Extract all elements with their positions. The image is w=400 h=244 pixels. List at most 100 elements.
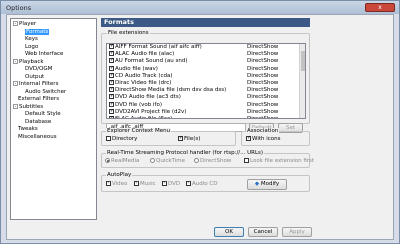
- autoplay-label: AutoPlay: [106, 172, 133, 178]
- list-item[interactable]: ✓DVD file (vob ifo) DirectShow: [107, 101, 297, 109]
- tree-item[interactable]: - Subtitles: [13, 103, 44, 111]
- extensions-list[interactable]: ✓AIFF Format Sound (aif aifc aiff) Direct…: [106, 43, 306, 119]
- tree-item-label: DVD/OGM: [25, 66, 53, 72]
- autoplay-dvd-checkbox[interactable]: ✓DVD: [160, 181, 180, 188]
- check-icon[interactable]: ✓: [109, 87, 114, 93]
- tree-item[interactable]: - Internal Filters: [13, 81, 58, 88]
- tree-item[interactable]: DVD/OGM: [25, 66, 52, 73]
- checkbox-icon: [244, 158, 249, 163]
- modify-button[interactable]: ◆ Modify: [247, 179, 287, 190]
- tree-item[interactable]: Audio Switcher: [25, 89, 66, 96]
- check-icon[interactable]: ✓: [109, 58, 114, 64]
- tree-item[interactable]: Web Interface: [25, 51, 63, 58]
- list-item[interactable]: ✓Audio file (wav) DirectShow: [107, 65, 297, 73]
- check-icon[interactable]: ✓: [109, 65, 114, 71]
- check-icon[interactable]: ✓: [109, 94, 114, 100]
- quicktime-radio[interactable]: QuickTime: [150, 158, 185, 165]
- tree-item[interactable]: Miscellaneous: [18, 134, 57, 141]
- tree-item[interactable]: - Playback: [13, 58, 44, 66]
- scrollbar-thumb[interactable]: [301, 51, 305, 71]
- tree-item[interactable]: External Filters: [18, 96, 59, 103]
- list-item-label: AIFF Format Sound (aif aifc aiff): [115, 44, 202, 50]
- check-icon[interactable]: ✓: [109, 72, 114, 78]
- association-label: Association: [246, 128, 280, 134]
- collapse-icon[interactable]: -: [13, 21, 18, 26]
- autoplay-video-checkbox[interactable]: ✓Video: [104, 181, 127, 188]
- options-tree[interactable]: - Player Formats Keys Logo Web Interface - Play…: [10, 18, 97, 220]
- apply-button[interactable]: Apply: [282, 227, 312, 237]
- check-icon: ✓: [162, 180, 168, 186]
- files-checkbox[interactable]: ✓File(s): [176, 136, 200, 143]
- tree-item[interactable]: Output: [25, 74, 44, 81]
- collapse-icon[interactable]: -: [13, 103, 18, 109]
- list-item-label: AU Format Sound (au snd): [115, 58, 188, 65]
- list-item-label: ALAC Audio file (alac): [115, 51, 175, 58]
- autoplay-music-label: Music: [140, 181, 156, 187]
- check-icon[interactable]: ✓: [109, 44, 114, 49]
- radio-icon: [150, 158, 155, 163]
- check-icon[interactable]: ✓: [109, 101, 114, 107]
- collapse-icon[interactable]: -: [13, 81, 18, 86]
- list-item-label: DirectShow Media file (dsm dsv dsa dss): [115, 87, 227, 94]
- look-extension-label: Look file extension first: [250, 158, 315, 164]
- collapse-icon[interactable]: -: [13, 58, 18, 64]
- with-icons-checkbox[interactable]: ✓With icons: [244, 136, 281, 143]
- tree-item[interactable]: Formats: [25, 28, 50, 36]
- list-item[interactable]: ✓CD Audio Track (cda) DirectShow: [107, 72, 297, 80]
- tree-item-label: Subtitles: [19, 103, 44, 110]
- file-extensions-label: File extensions: [107, 30, 150, 36]
- modify-label: Modify: [260, 181, 280, 187]
- list-item-label: DVD2AVI Project file (d2v): [115, 108, 187, 115]
- tree-item-label: Output: [25, 73, 45, 80]
- autoplay-music-checkbox[interactable]: ✓Music: [132, 181, 156, 188]
- tree-item-label: Logo: [25, 43, 39, 50]
- autoplay-dvd-label: DVD: [168, 181, 181, 187]
- list-item-handler: DirectShow: [247, 58, 279, 65]
- check-icon[interactable]: ✓: [109, 51, 114, 57]
- realmedia-label: RealMedia: [111, 158, 140, 164]
- tree-item[interactable]: Tweaks: [18, 126, 38, 133]
- rtsp-handler-group: Real-Time Streaming Protocol handler (fo…: [101, 150, 314, 168]
- list-item[interactable]: ✓AU Format Sound (au snd) DirectShow: [107, 58, 297, 65]
- list-item-handler: DirectShow: [247, 80, 279, 86]
- tree-item[interactable]: - Player: [13, 21, 36, 28]
- list-item[interactable]: ✓FLAC Audio file (flac) DirectShow: [107, 116, 297, 118]
- list-item[interactable]: ✓DVD2AVI Project file (d2v) DirectShow: [107, 108, 297, 116]
- list-item-handler: DirectShow: [247, 65, 279, 72]
- list-item-handler: DirectShow: [247, 87, 279, 94]
- options-window: Options x - Player Formats Keys Logo Web Inte…: [0, 0, 400, 244]
- panel-header: Formats: [101, 18, 310, 27]
- tree-item-label: Miscellaneous: [18, 133, 57, 140]
- tree-item-label: Database: [25, 118, 52, 125]
- list-item[interactable]: ✓DVD Audio file (ac3 dts) DirectShow: [107, 94, 297, 101]
- radio-icon: [194, 158, 199, 163]
- directshow-label: DirectShow: [200, 158, 232, 164]
- list-item-handler: DirectShow: [247, 72, 279, 79]
- directshow-radio[interactable]: DirectShow: [194, 158, 231, 165]
- directory-label: Directory: [112, 136, 138, 142]
- realmedia-radio[interactable]: RealMedia: [105, 158, 139, 165]
- tree-item[interactable]: Keys: [25, 36, 38, 43]
- tree-item[interactable]: Database: [25, 119, 51, 126]
- autoplay-audiocd-checkbox[interactable]: ✓Audio CD: [184, 181, 217, 188]
- check-icon[interactable]: ✓: [109, 116, 114, 118]
- look-extension-checkbox[interactable]: Look file extension first: [242, 158, 314, 165]
- window-title: Options: [6, 4, 32, 12]
- ok-button[interactable]: OK: [214, 227, 244, 237]
- list-item-handler: DirectShow: [247, 101, 279, 108]
- directory-checkbox[interactable]: Directory: [104, 136, 137, 143]
- tree-item-label: Audio Switcher: [25, 88, 67, 95]
- list-item-label: DVD file (vob ifo): [115, 101, 162, 108]
- explorer-context-group: Explorer Context Menu Directory ✓File(s): [101, 128, 236, 146]
- tree-item[interactable]: Logo: [25, 44, 38, 51]
- cancel-button[interactable]: Cancel: [248, 227, 278, 237]
- check-icon[interactable]: ✓: [109, 80, 114, 85]
- tree-item-label: Player: [19, 21, 37, 27]
- close-button[interactable]: x: [365, 3, 395, 12]
- title-bar[interactable]: Options x: [1, 1, 399, 14]
- check-icon[interactable]: ✓: [109, 108, 114, 114]
- dialog-client: - Player Formats Keys Logo Web Interface - Play…: [6, 14, 394, 240]
- list-scrollbar[interactable]: [299, 44, 305, 118]
- tree-item[interactable]: Default Style: [25, 111, 61, 118]
- tree-item-label: Keys: [25, 36, 38, 42]
